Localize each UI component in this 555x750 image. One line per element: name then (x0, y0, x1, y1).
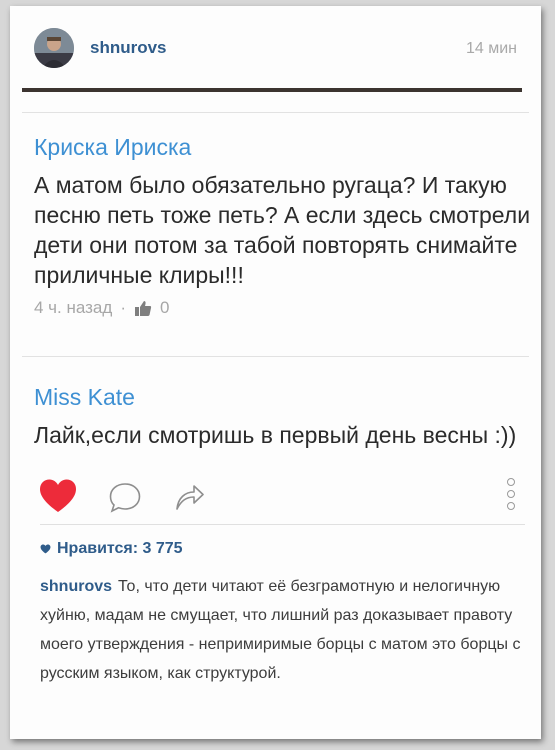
caption-username[interactable]: shnurovs (40, 578, 112, 595)
comment-meta: 4 ч. назад · 0 (34, 298, 169, 318)
post-time: 14 мин (465, 40, 517, 57)
caption-text: То, что дети читают её безграмотную и не… (40, 578, 521, 682)
likes-label: Нравится: 3 775 (57, 540, 183, 557)
comment-divider (22, 112, 529, 113)
post-caption: shnurovs То, что дети читают её безграмот… (40, 572, 525, 688)
screenshot-card: shnurovs 14 мин Криска Ириска А матом бы… (10, 6, 541, 739)
meta-separator: · (120, 298, 126, 317)
post-actions-bar (10, 466, 541, 526)
comment-like-count: 0 (159, 298, 170, 317)
small-heart-icon (40, 544, 51, 554)
share-arrow-icon[interactable] (172, 480, 206, 519)
more-options-icon[interactable] (507, 478, 517, 510)
post-header: shnurovs 14 мин (10, 6, 541, 92)
avatar[interactable] (34, 28, 74, 68)
comment-text: А матом было обязательно ругаца? И такую… (34, 172, 531, 288)
post-username[interactable]: shnurovs (90, 38, 167, 58)
heart-icon[interactable] (38, 478, 78, 519)
avatar-image (34, 28, 74, 68)
likes-count[interactable]: Нравится: 3 775 (40, 540, 183, 558)
thumbs-up-icon[interactable] (134, 299, 152, 317)
post-image-edge[interactable] (22, 88, 522, 92)
comment-text: Лайк,если смотришь в первый день весны :… (34, 422, 517, 448)
comment-divider (22, 356, 529, 357)
likes-divider (40, 524, 525, 525)
comment-author[interactable]: Miss Kate (34, 384, 135, 411)
comment-author[interactable]: Криска Ириска (34, 134, 191, 161)
comment-time: 4 ч. назад (34, 298, 113, 317)
comment-bubble-icon[interactable] (108, 482, 142, 519)
